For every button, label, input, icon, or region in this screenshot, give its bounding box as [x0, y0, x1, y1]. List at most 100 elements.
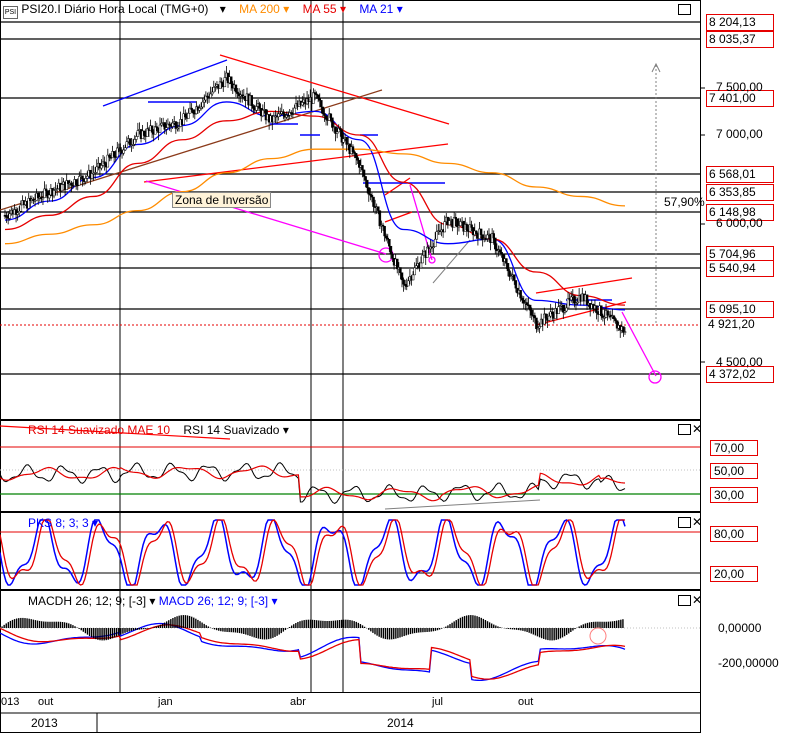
candle-body	[158, 124, 162, 133]
candle-body	[108, 154, 111, 158]
candle-body	[36, 193, 40, 198]
maximize-pks-button[interactable]	[678, 517, 691, 528]
candle-body	[535, 317, 538, 330]
symbol-label[interactable]: PSI20.I Diário Hora Local (TMG+0)	[21, 2, 208, 16]
candle-body	[500, 252, 503, 255]
rsi-mae-label[interactable]: RSI 14 Suavizado MAE 10	[28, 423, 170, 437]
price-panel	[0, 0, 701, 420]
rsi-label[interactable]: RSI 14 Suavizado	[183, 423, 279, 437]
candle-body	[321, 106, 325, 114]
candle-body	[191, 109, 195, 114]
candle-body	[384, 235, 388, 239]
month-label: jan	[158, 696, 173, 708]
ma55-menu-icon[interactable]: ▾	[340, 2, 346, 16]
candle-body	[316, 94, 320, 99]
price-level-tag: 6 568,01	[706, 166, 774, 183]
rsi-axis-tick: 30,00	[710, 487, 758, 503]
candle-body	[329, 113, 333, 119]
header-bar: PSI PSI20.I Diário Hora Local (TMG+0) ▾ …	[3, 2, 403, 19]
candle-body	[525, 302, 529, 306]
candle-body	[367, 187, 371, 195]
candle-body	[573, 295, 576, 304]
candle-body	[419, 262, 423, 269]
candle-body	[212, 87, 216, 93]
candle-body	[378, 210, 382, 227]
candle-body	[435, 231, 439, 240]
candle-body	[383, 226, 386, 237]
candle-body	[407, 280, 410, 287]
ma200-menu-icon[interactable]: ▾	[283, 2, 289, 16]
month-label: out	[38, 696, 54, 708]
close-macd-icon[interactable]: ✕	[692, 594, 702, 606]
candle-body	[174, 121, 178, 129]
candle-body	[133, 139, 136, 145]
candle-body	[612, 315, 616, 319]
candle-body	[210, 91, 214, 95]
pks-header: PKS 8; 3; 3 ▾	[28, 516, 98, 530]
candle-body	[364, 176, 367, 181]
candle-body	[136, 130, 140, 137]
candle-body	[486, 234, 489, 239]
candle-body	[331, 117, 334, 128]
ma55-label[interactable]: MA 55	[303, 2, 337, 16]
candle-body	[261, 110, 265, 117]
close-pks-icon[interactable]: ✕	[692, 516, 702, 528]
candle-body	[198, 107, 201, 111]
candle-body	[547, 315, 551, 321]
candle-body	[370, 194, 374, 198]
candle-body	[252, 105, 255, 109]
year-label: 2014	[387, 716, 414, 730]
symbol-menu-icon[interactable]: ▾	[220, 2, 226, 16]
candle-body	[116, 147, 119, 158]
candle-body	[223, 77, 227, 88]
month-label: out	[518, 696, 534, 708]
candle-body	[492, 233, 495, 239]
macd-menu-icon[interactable]: ▾	[272, 594, 278, 608]
candle-body	[389, 245, 393, 255]
maximize-price-button[interactable]	[678, 4, 691, 15]
candle-body	[209, 93, 212, 99]
candle-body	[323, 113, 326, 116]
candle-body	[52, 190, 56, 197]
ma21-label[interactable]: MA 21	[359, 2, 393, 16]
candle-body	[519, 290, 522, 299]
candle-body	[184, 113, 187, 118]
price-level-tag: 8 035,37	[706, 31, 774, 48]
candle-body	[448, 220, 451, 226]
candle-body	[595, 305, 598, 314]
pks-label[interactable]: PKS 8; 3; 3	[28, 516, 89, 530]
candle-body	[293, 107, 296, 114]
price-level-tag: 6 353,85	[706, 184, 774, 201]
candle-body	[557, 306, 560, 314]
ma200-label[interactable]: MA 200	[239, 2, 280, 16]
macdh-label[interactable]: MACDH 26; 12; 9; [-3]	[28, 594, 146, 608]
price-level-tag: 4 921,20	[708, 317, 755, 331]
rsi-axis-tick: 50,00	[710, 463, 758, 479]
maximize-rsi-button[interactable]	[678, 424, 691, 435]
pks-menu-icon[interactable]: ▾	[92, 516, 98, 530]
candle-body	[569, 296, 573, 301]
candle-body	[119, 147, 122, 152]
maximize-macd-button[interactable]	[678, 595, 691, 606]
candle-body	[623, 331, 627, 333]
macdh-menu-icon[interactable]: ▾	[149, 594, 155, 608]
candle-body	[400, 272, 404, 281]
macd-axis-tick: -200,00000	[718, 656, 779, 670]
candle-body	[470, 224, 473, 228]
candle-body	[19, 204, 23, 212]
close-rsi-icon[interactable]: ✕	[692, 423, 702, 435]
candle-body	[5, 215, 8, 218]
candle-body	[229, 76, 233, 85]
macd-label[interactable]: MACD 26; 12; 9; [-3]	[159, 594, 268, 608]
candle-body	[354, 153, 358, 158]
ma21-menu-icon[interactable]: ▾	[397, 2, 403, 16]
candle-body	[550, 311, 554, 315]
candle-body	[600, 305, 603, 317]
candle-body	[391, 253, 394, 259]
candle-body	[48, 194, 51, 199]
rsi-menu-icon[interactable]: ▾	[283, 423, 289, 437]
candle-body	[414, 265, 418, 269]
candle-body	[78, 175, 81, 186]
candle-body	[128, 138, 132, 146]
candle-body	[103, 161, 106, 165]
